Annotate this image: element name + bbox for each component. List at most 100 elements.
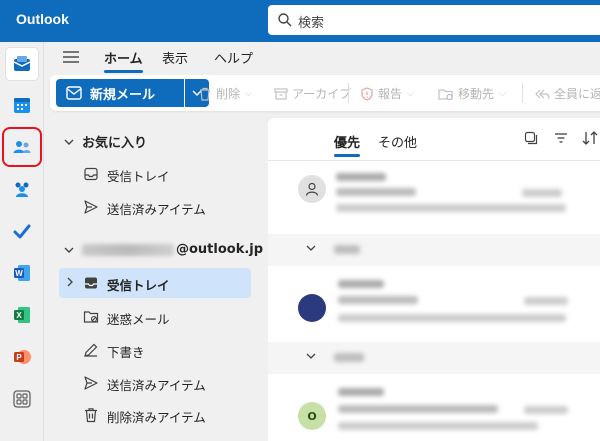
avatar-initial: O bbox=[307, 409, 317, 423]
rail-word-button[interactable]: W bbox=[6, 257, 38, 289]
tab-view[interactable]: 表示 bbox=[162, 48, 188, 67]
message-item[interactable] bbox=[268, 268, 600, 338]
tab-other[interactable]: その他 bbox=[378, 132, 417, 151]
chevron-down-icon bbox=[64, 247, 74, 253]
powerpoint-app-icon: P bbox=[14, 350, 31, 364]
move-to-label: 移動先 bbox=[458, 87, 495, 101]
rail-groups-button[interactable] bbox=[6, 173, 38, 205]
reply-all-icon bbox=[535, 89, 550, 99]
redacted-group-label bbox=[334, 353, 364, 362]
account-inbox[interactable]: 受信トレイ bbox=[59, 268, 251, 298]
date-group-header[interactable] bbox=[268, 342, 600, 374]
apps-grid-icon bbox=[13, 390, 31, 408]
filter-icon[interactable] bbox=[554, 131, 568, 145]
redacted-preview bbox=[338, 314, 566, 322]
new-mail-button[interactable]: 新規メール bbox=[56, 79, 184, 107]
folder-label: 迷惑メール bbox=[107, 312, 170, 327]
inbox-icon bbox=[84, 167, 98, 181]
checkmark-todo-icon bbox=[13, 224, 31, 239]
trash-icon bbox=[200, 87, 210, 101]
svg-text:X: X bbox=[16, 311, 22, 320]
redacted-sender bbox=[336, 173, 386, 181]
redacted-subject bbox=[338, 296, 418, 304]
folder-label: 下書き bbox=[107, 345, 145, 360]
redacted-subject bbox=[338, 405, 498, 413]
send-icon bbox=[84, 200, 98, 214]
chevron-right-icon bbox=[67, 277, 73, 287]
app-rail: W X P bbox=[0, 42, 44, 441]
tab-help[interactable]: ヘルプ bbox=[214, 48, 253, 67]
rail-powerpoint-button[interactable]: P bbox=[6, 341, 38, 373]
trash-icon bbox=[85, 408, 97, 423]
report-label: 報告 bbox=[378, 87, 403, 101]
archive-label: アーカイブ bbox=[292, 87, 352, 101]
chevron-down-icon: ⌵ bbox=[245, 88, 252, 99]
archive-button[interactable]: アーカイブ bbox=[274, 85, 351, 102]
groups-app-icon bbox=[15, 182, 29, 197]
redacted-sender bbox=[338, 388, 384, 396]
message-list: 優先 その他 O bbox=[268, 118, 600, 441]
top-bar: Outlook 検索 bbox=[0, 0, 600, 42]
avatar bbox=[298, 294, 326, 322]
chevron-down-icon bbox=[306, 353, 316, 359]
account-header[interactable]: @outlook.jp bbox=[64, 242, 263, 257]
redacted-date bbox=[522, 189, 562, 197]
favorites-header[interactable]: お気に入り bbox=[64, 132, 147, 151]
report-button[interactable]: 報告 ⌵ bbox=[360, 85, 414, 102]
person-icon bbox=[305, 182, 319, 196]
chevron-down-icon: ⌵ bbox=[499, 88, 506, 99]
account-junk[interactable]: 迷惑メール bbox=[59, 302, 251, 332]
favorites-sent-items[interactable]: 送信済みアイテム bbox=[59, 192, 251, 222]
rail-calendar-button[interactable] bbox=[6, 89, 38, 121]
tab-focused[interactable]: 優先 bbox=[334, 132, 361, 157]
rail-todo-button[interactable] bbox=[6, 215, 38, 247]
new-mail-label: 新規メール bbox=[90, 87, 156, 103]
select-mode-icon[interactable] bbox=[524, 131, 538, 145]
account-deleted-items[interactable]: 削除済みアイテム bbox=[59, 400, 251, 430]
move-to-button[interactable]: 移動先 ⌵ bbox=[438, 85, 506, 102]
folder-label: 受信トレイ bbox=[107, 169, 170, 184]
avatar bbox=[298, 175, 326, 203]
rail-excel-button[interactable]: X bbox=[6, 299, 38, 331]
avatar: O bbox=[298, 402, 326, 430]
account-name-redacted bbox=[82, 243, 174, 256]
people-app-icon bbox=[13, 141, 31, 153]
reply-all-button[interactable]: 全員に返 bbox=[534, 85, 600, 102]
favorites-label: お気に入り bbox=[82, 136, 148, 151]
calendar-app-icon bbox=[14, 98, 30, 113]
rail-people-button[interactable] bbox=[2, 127, 42, 167]
chevron-down-icon: ⌵ bbox=[407, 88, 414, 99]
search-box[interactable]: 検索 bbox=[268, 5, 600, 35]
delete-label: 削除 bbox=[216, 87, 241, 101]
message-item[interactable] bbox=[268, 161, 600, 229]
ribbon-toolbar: 新規メール 削除 ⌵ アーカイブ 報告 ⌵ 移動先 ⌵ 全員に返 bbox=[50, 75, 600, 111]
redacted-date bbox=[524, 297, 568, 305]
search-placeholder[interactable]: 検索 bbox=[298, 12, 324, 31]
redacted-preview bbox=[338, 422, 538, 430]
rail-mail-button[interactable] bbox=[6, 48, 38, 80]
junk-folder-icon bbox=[83, 311, 99, 323]
chevron-down-icon bbox=[306, 245, 316, 251]
reply-all-label: 全員に返 bbox=[554, 87, 600, 101]
date-group-header[interactable] bbox=[268, 234, 600, 266]
ribbon-divider bbox=[348, 83, 349, 103]
app-title[interactable]: Outlook bbox=[16, 11, 69, 27]
mail-icon bbox=[66, 86, 82, 100]
send-icon bbox=[84, 376, 98, 390]
folder-label: 送信済みアイテム bbox=[107, 202, 206, 217]
redacted-preview bbox=[336, 204, 566, 212]
svg-text:W: W bbox=[15, 269, 23, 278]
favorites-inbox[interactable]: 受信トレイ bbox=[59, 159, 251, 189]
hamburger-menu-icon[interactable] bbox=[62, 49, 80, 65]
rail-more-apps-button[interactable] bbox=[6, 383, 38, 415]
delete-button[interactable]: 削除 ⌵ bbox=[198, 85, 252, 102]
folder-move-icon bbox=[438, 88, 453, 100]
chevron-down-icon bbox=[64, 139, 74, 145]
sort-icon[interactable] bbox=[582, 131, 600, 145]
tab-home[interactable]: ホーム bbox=[104, 48, 143, 73]
account-drafts[interactable]: 下書き bbox=[59, 335, 251, 365]
folder-label: 削除済みアイテム bbox=[107, 410, 206, 425]
message-item[interactable]: O bbox=[268, 376, 600, 441]
word-app-icon: W bbox=[14, 265, 30, 281]
account-sent-items[interactable]: 送信済みアイテム bbox=[59, 368, 251, 398]
